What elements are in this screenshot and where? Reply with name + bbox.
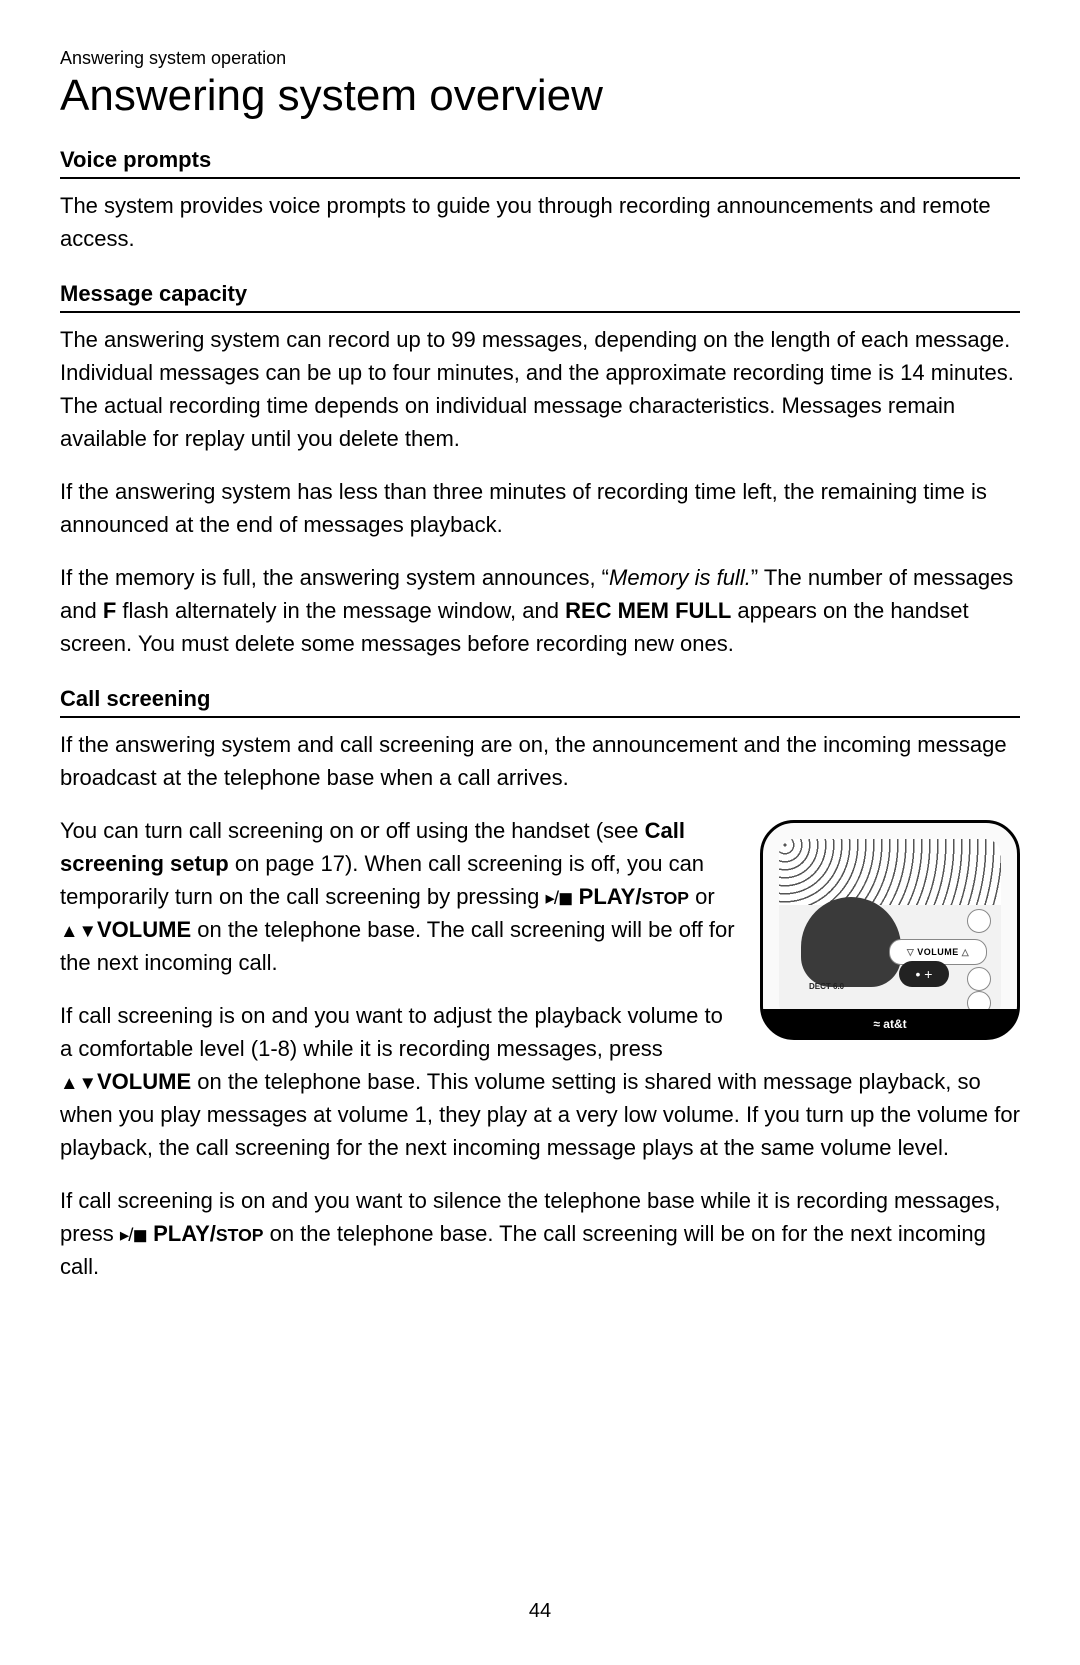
text: STOP [216, 1225, 264, 1245]
side-button-icon [967, 909, 991, 933]
chapter-label: Answering system operation [60, 48, 1020, 69]
capacity-p3: If the memory is full, the answering sys… [60, 561, 1020, 660]
text: on the telephone base. This volume setti… [60, 1069, 1020, 1160]
section-heading-capacity: Message capacity [60, 281, 1020, 313]
text: STOP [641, 888, 689, 908]
text: PLAY/ [147, 1221, 216, 1246]
text: If call screening is on and you want to … [60, 1003, 723, 1061]
base-body: VOLUME DECT 6.0 • + [779, 905, 1001, 1021]
manual-page: Answering system operation Answering sys… [0, 0, 1080, 1665]
telephone-base-illustration: VOLUME DECT 6.0 • + ≈ at&t [760, 820, 1020, 1040]
screening-p1: If the answering system and call screeni… [60, 728, 1020, 794]
memory-full-quote: Memory is full. [609, 565, 751, 590]
rec-mem-full-label: REC MEM FULL [565, 598, 731, 623]
text: flash alternately in the message window,… [116, 598, 565, 623]
volume-label: VOLUME [97, 1069, 191, 1094]
up-down-icon [60, 917, 97, 942]
page-title: Answering system overview [60, 71, 1020, 121]
handset-cradle-icon [801, 897, 901, 987]
up-down-icon [60, 1069, 97, 1094]
side-button-icon [967, 967, 991, 991]
play-stop-label: PLAY/STOP [147, 1221, 263, 1246]
play-stop-icon [120, 1221, 147, 1246]
play-stop-icon [545, 884, 572, 909]
text: PLAY/ [573, 884, 642, 909]
voice-p1: The system provides voice prompts to gui… [60, 189, 1020, 255]
screening-p4: If call screening is on and you want to … [60, 1184, 1020, 1283]
f-indicator: F [103, 598, 116, 623]
capacity-p2: If the answering system has less than th… [60, 475, 1020, 541]
indicator-icon: • + [899, 961, 949, 987]
text: If the memory is full, the answering sys… [60, 565, 609, 590]
page-number: 44 [0, 1600, 1080, 1623]
speaker-grille-icon [779, 839, 1001, 909]
dect-badge: DECT 6.0 [809, 982, 844, 991]
play-stop-label: PLAY/STOP [573, 884, 689, 909]
capacity-p1: The answering system can record up to 99… [60, 323, 1020, 455]
section-heading-voice: Voice prompts [60, 147, 1020, 179]
text: You can turn call screening on or off us… [60, 818, 645, 843]
volume-label: VOLUME [97, 917, 191, 942]
section-heading-screening: Call screening [60, 686, 1020, 718]
brand-label: ≈ at&t [763, 1017, 1017, 1031]
text: or [689, 884, 715, 909]
